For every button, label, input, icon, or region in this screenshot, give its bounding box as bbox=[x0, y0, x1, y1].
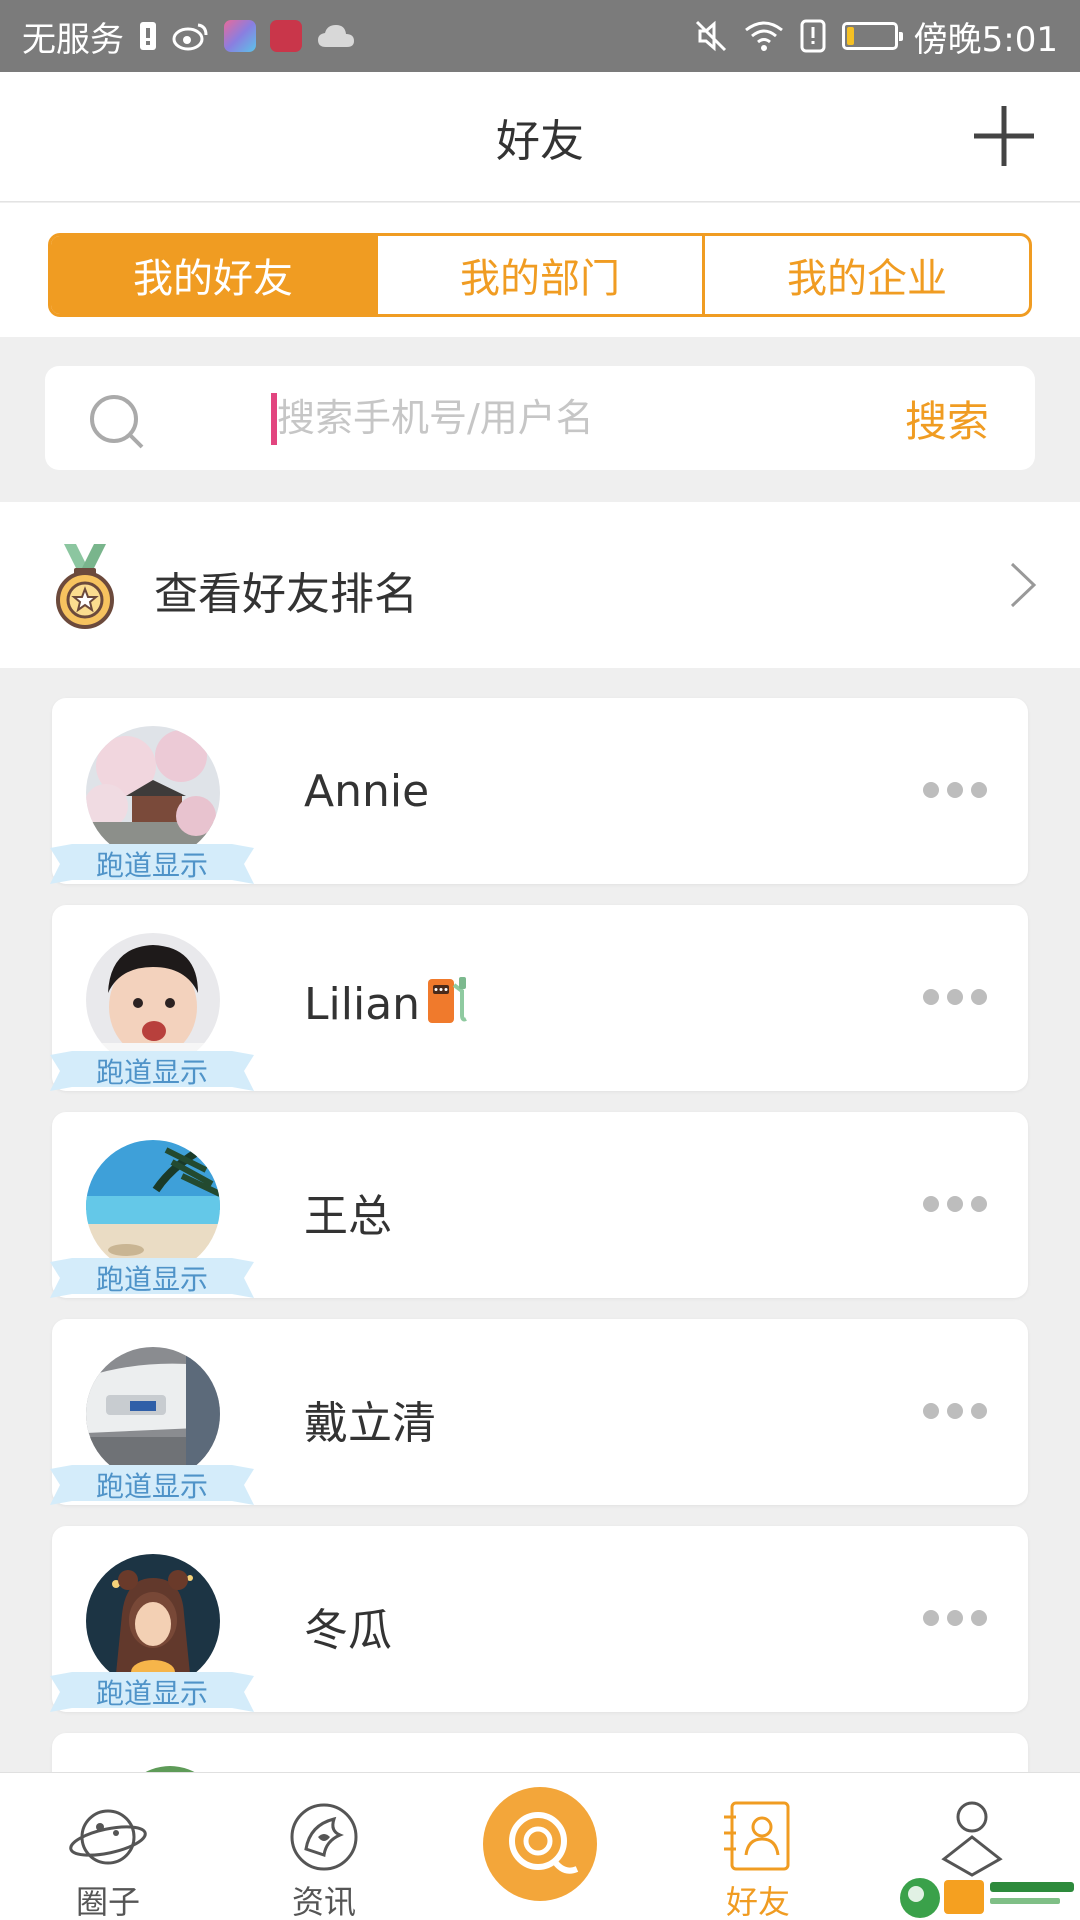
friend-name: Annie bbox=[304, 766, 430, 817]
q-center-icon bbox=[509, 1812, 579, 1874]
search-input[interactable] bbox=[277, 390, 897, 446]
badge-label: 跑道显示 bbox=[95, 1056, 208, 1089]
nav-item-news[interactable]: 资讯 bbox=[244, 1773, 404, 1920]
friend-card[interactable]: 跑道显示 王总 bbox=[50, 1112, 1028, 1298]
nav-label: 资讯 bbox=[291, 1883, 356, 1920]
contacts-icon bbox=[724, 1801, 790, 1871]
center-action-button[interactable] bbox=[483, 1787, 597, 1901]
status-bar: 无服务 傍晚5:01 bbox=[0, 0, 1080, 72]
more-options-icon[interactable] bbox=[922, 987, 988, 1007]
friend-name: 冬瓜 bbox=[304, 1605, 392, 1656]
wifi-icon bbox=[744, 20, 784, 52]
chevron-right-icon bbox=[1010, 562, 1037, 608]
battery-icon bbox=[841, 22, 903, 50]
search-icon bbox=[90, 395, 144, 449]
site-watermark-logo bbox=[900, 1878, 1074, 1918]
friend-ranking-row[interactable]: 查看好友排名 bbox=[0, 502, 1080, 668]
search-button[interactable]: 搜索 bbox=[905, 388, 989, 449]
clock-text: 傍晚5:01 bbox=[913, 19, 1058, 60]
profile-icon bbox=[941, 1801, 1003, 1877]
search-bar: 搜索 bbox=[45, 366, 1035, 470]
sim-icon bbox=[138, 20, 158, 52]
app-icon bbox=[224, 20, 256, 52]
plus-icon bbox=[974, 106, 1034, 166]
tab-my-company[interactable]: 我的企业 bbox=[705, 236, 1029, 314]
more-options-icon[interactable] bbox=[922, 1401, 988, 1421]
friend-name-text: Lilian bbox=[304, 979, 421, 1030]
mute-icon bbox=[694, 19, 728, 53]
tabs-section: 我的好友 我的部门 我的企业 bbox=[0, 203, 1080, 337]
notice-icon bbox=[800, 19, 826, 53]
header: 好友 bbox=[0, 72, 1080, 202]
badge-label: 跑道显示 bbox=[95, 849, 208, 882]
friend-card[interactable]: 跑道显示 冬瓜 bbox=[50, 1526, 1028, 1712]
friend-name: 王总 bbox=[304, 1191, 392, 1242]
friend-card[interactable]: 跑道显示 戴立清 bbox=[50, 1319, 1028, 1505]
more-options-icon[interactable] bbox=[922, 780, 988, 800]
nav-item-circle[interactable]: 圈子 bbox=[28, 1773, 188, 1920]
friend-card[interactable]: 跑道显示 Lilian bbox=[50, 905, 1028, 1091]
add-friend-button[interactable] bbox=[968, 100, 1040, 172]
friend-list: 跑道显示 Annie 跑道显示 Lilian 跑道显示 王总 跑道显示 戴立清 … bbox=[50, 698, 1028, 1793]
tab-my-friends[interactable]: 我的好友 bbox=[51, 236, 378, 314]
planet-icon bbox=[69, 1809, 147, 1865]
news-icon bbox=[290, 1803, 358, 1871]
cloud-icon bbox=[316, 23, 356, 49]
ranking-label: 查看好友排名 bbox=[154, 569, 418, 620]
nav-label: 好友 bbox=[725, 1883, 790, 1920]
more-options-icon[interactable] bbox=[922, 1608, 988, 1628]
friend-name: 戴立清 bbox=[304, 1398, 436, 1449]
app-icon bbox=[270, 20, 302, 52]
friend-name: Lilian bbox=[304, 973, 470, 1030]
nav-label: 圈子 bbox=[75, 1883, 140, 1920]
segmented-tabs: 我的好友 我的部门 我的企业 bbox=[48, 233, 1032, 317]
badge-label: 跑道显示 bbox=[95, 1677, 208, 1710]
badge-label: 跑道显示 bbox=[95, 1263, 208, 1296]
friend-card[interactable]: 跑道显示 Annie bbox=[50, 698, 1028, 884]
nav-item-friends[interactable]: 好友 bbox=[678, 1773, 838, 1920]
page-title: 好友 bbox=[496, 115, 584, 167]
tab-my-department[interactable]: 我的部门 bbox=[378, 236, 705, 314]
badge-label: 跑道显示 bbox=[95, 1470, 208, 1503]
medal-icon bbox=[56, 544, 114, 629]
carrier-text: 无服务 bbox=[22, 19, 124, 60]
fuel-pump-icon bbox=[428, 977, 467, 1023]
more-options-icon[interactable] bbox=[922, 1194, 988, 1214]
weibo-icon bbox=[172, 21, 210, 51]
